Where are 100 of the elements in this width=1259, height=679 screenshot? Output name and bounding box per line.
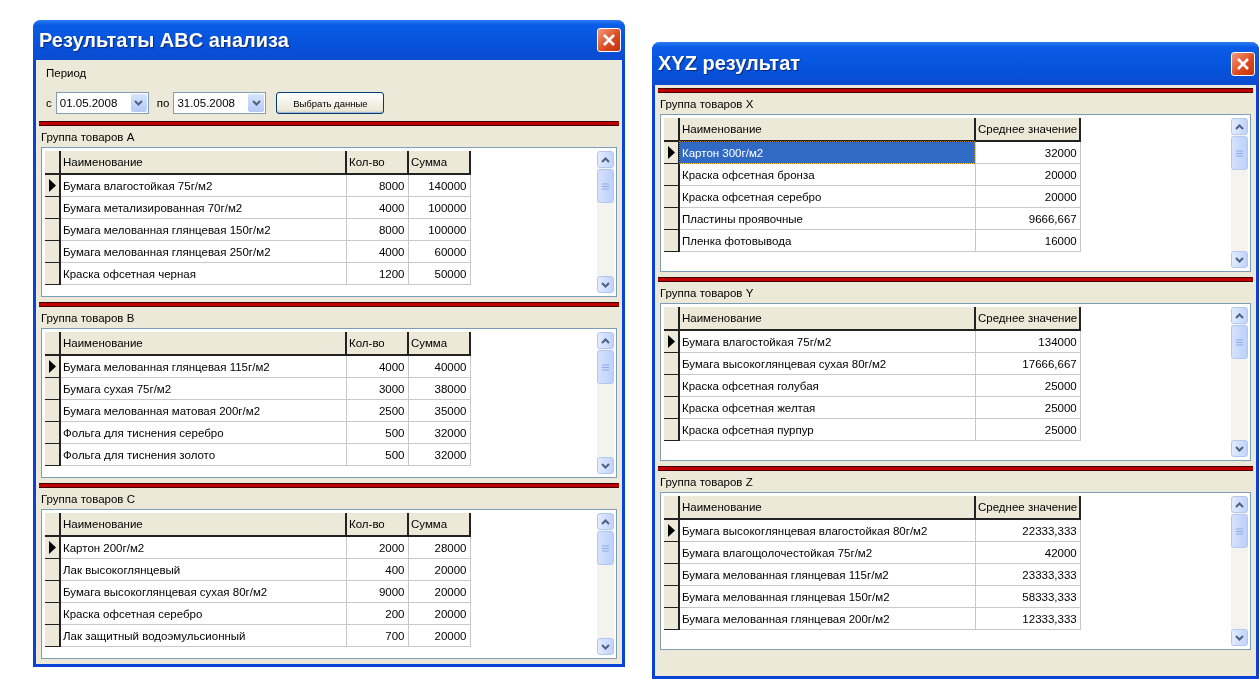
- scroll-down-button[interactable]: [597, 457, 614, 474]
- table-cell: Бумага мелованная глянцевая 150г/м2: [679, 585, 975, 608]
- grip-icon: [1236, 149, 1243, 157]
- column-header[interactable]: Наименование: [60, 151, 346, 174]
- column-header[interactable]: Наименование: [679, 496, 975, 519]
- scroll-thumb[interactable]: [597, 350, 614, 384]
- table-cell: Пленка фотовывода: [679, 229, 975, 252]
- scrollbar[interactable]: [1231, 118, 1248, 268]
- row-selector[interactable]: [45, 262, 60, 285]
- scrollbar[interactable]: [597, 513, 614, 655]
- row-selector[interactable]: [664, 374, 679, 397]
- scroll-down-button[interactable]: [1231, 440, 1248, 457]
- column-header[interactable]: Наименование: [60, 513, 346, 536]
- pointer-icon: [48, 541, 56, 554]
- scroll-thumb[interactable]: [1231, 325, 1248, 359]
- chevron-down-icon: [601, 462, 610, 469]
- table-cell: Краска офсетная голубая: [679, 374, 975, 397]
- row-selector[interactable]: [45, 443, 60, 466]
- column-header[interactable]: Среднее значение: [975, 118, 1081, 141]
- scrollbar[interactable]: [597, 151, 614, 293]
- row-selector[interactable]: [664, 330, 679, 353]
- from-label: с: [46, 97, 52, 109]
- pointer-icon: [667, 146, 675, 159]
- grip-icon: [602, 182, 609, 190]
- column-header[interactable]: Среднее значение: [975, 496, 1081, 519]
- row-selector[interactable]: [664, 185, 679, 208]
- row-selector[interactable]: [664, 418, 679, 441]
- column-header[interactable]: Сумма: [408, 513, 470, 536]
- scroll-up-button[interactable]: [1231, 496, 1248, 513]
- row-selector[interactable]: [664, 607, 679, 630]
- column-header[interactable]: Среднее значение: [975, 307, 1081, 330]
- row-selector[interactable]: [664, 585, 679, 608]
- table-cell: Краска офсетная черная: [60, 262, 346, 285]
- row-selector[interactable]: [45, 174, 60, 197]
- row-selector[interactable]: [45, 536, 60, 559]
- row-selector[interactable]: [664, 141, 679, 164]
- scroll-thumb[interactable]: [1231, 136, 1248, 170]
- table-cell: Краска офсетная пурпур: [679, 418, 975, 441]
- group-label: Группа товаров B: [41, 312, 136, 324]
- row-selector[interactable]: [45, 377, 60, 400]
- column-header[interactable]: Кол-во: [346, 332, 408, 355]
- row-selector[interactable]: [664, 207, 679, 230]
- scroll-up-button[interactable]: [597, 513, 614, 530]
- row-selector[interactable]: [45, 196, 60, 219]
- chevron-down-icon: [1235, 256, 1244, 263]
- chevron-up-icon: [1235, 312, 1244, 319]
- close-button[interactable]: [597, 28, 621, 52]
- period-label: Период: [46, 67, 88, 79]
- row-selector[interactable]: [45, 355, 60, 378]
- scroll-down-button[interactable]: [597, 638, 614, 655]
- scrollbar[interactable]: [1231, 307, 1248, 457]
- pointer-icon: [667, 524, 675, 537]
- chevron-down-icon: [251, 100, 261, 106]
- row-selector[interactable]: [45, 240, 60, 263]
- row-selector[interactable]: [45, 421, 60, 444]
- row-selector[interactable]: [664, 229, 679, 252]
- scroll-thumb[interactable]: [1231, 514, 1248, 548]
- scroll-up-button[interactable]: [1231, 118, 1248, 135]
- scroll-thumb[interactable]: [597, 169, 614, 203]
- grid-corner: [664, 496, 679, 519]
- row-selector[interactable]: [45, 602, 60, 625]
- row-selector[interactable]: [664, 163, 679, 186]
- row-selector[interactable]: [664, 352, 679, 375]
- column-header[interactable]: Кол-во: [346, 151, 408, 174]
- scroll-thumb[interactable]: [597, 531, 614, 565]
- chevron-down-icon: [601, 643, 610, 650]
- column-header[interactable]: Наименование: [679, 307, 975, 330]
- column-header[interactable]: Сумма: [408, 151, 470, 174]
- table-cell: Краска офсетная серебро: [679, 185, 975, 208]
- row-selector[interactable]: [45, 399, 60, 422]
- scroll-down-button[interactable]: [1231, 251, 1248, 268]
- scroll-down-button[interactable]: [1231, 629, 1248, 646]
- row-selector[interactable]: [664, 563, 679, 586]
- select-data-button[interactable]: Выбрать данные: [276, 92, 385, 114]
- row-selector[interactable]: [664, 541, 679, 564]
- row-selector[interactable]: [664, 519, 679, 542]
- row-selector[interactable]: [45, 558, 60, 581]
- row-selector[interactable]: [45, 580, 60, 603]
- scroll-up-button[interactable]: [597, 151, 614, 168]
- chevron-down-icon: [601, 281, 610, 288]
- close-button[interactable]: [1231, 51, 1255, 76]
- table-cell: Бумага мелованная глянцевая 200г/м2: [679, 607, 975, 630]
- scroll-up-button[interactable]: [597, 332, 614, 349]
- scroll-down-button[interactable]: [597, 276, 614, 293]
- grid-corner: [45, 332, 60, 355]
- column-header[interactable]: Наименование: [679, 118, 975, 141]
- column-header[interactable]: Наименование: [60, 332, 346, 355]
- date-field[interactable]: 01.05.2008: [55, 92, 149, 114]
- scrollbar[interactable]: [597, 332, 614, 474]
- row-selector[interactable]: [664, 396, 679, 419]
- scrollbar[interactable]: [1231, 496, 1248, 646]
- column-header[interactable]: Сумма: [408, 332, 470, 355]
- row-selector[interactable]: [45, 218, 60, 241]
- row-selector[interactable]: [45, 624, 60, 647]
- column-header[interactable]: Кол-во: [346, 513, 408, 536]
- scroll-up-button[interactable]: [1231, 307, 1248, 324]
- grip-icon: [1236, 527, 1243, 535]
- date-field[interactable]: 31.05.2008: [173, 92, 267, 114]
- table-cell: Бумага метализированная 70г/м2: [60, 196, 346, 219]
- chevron-down-icon: [134, 100, 144, 106]
